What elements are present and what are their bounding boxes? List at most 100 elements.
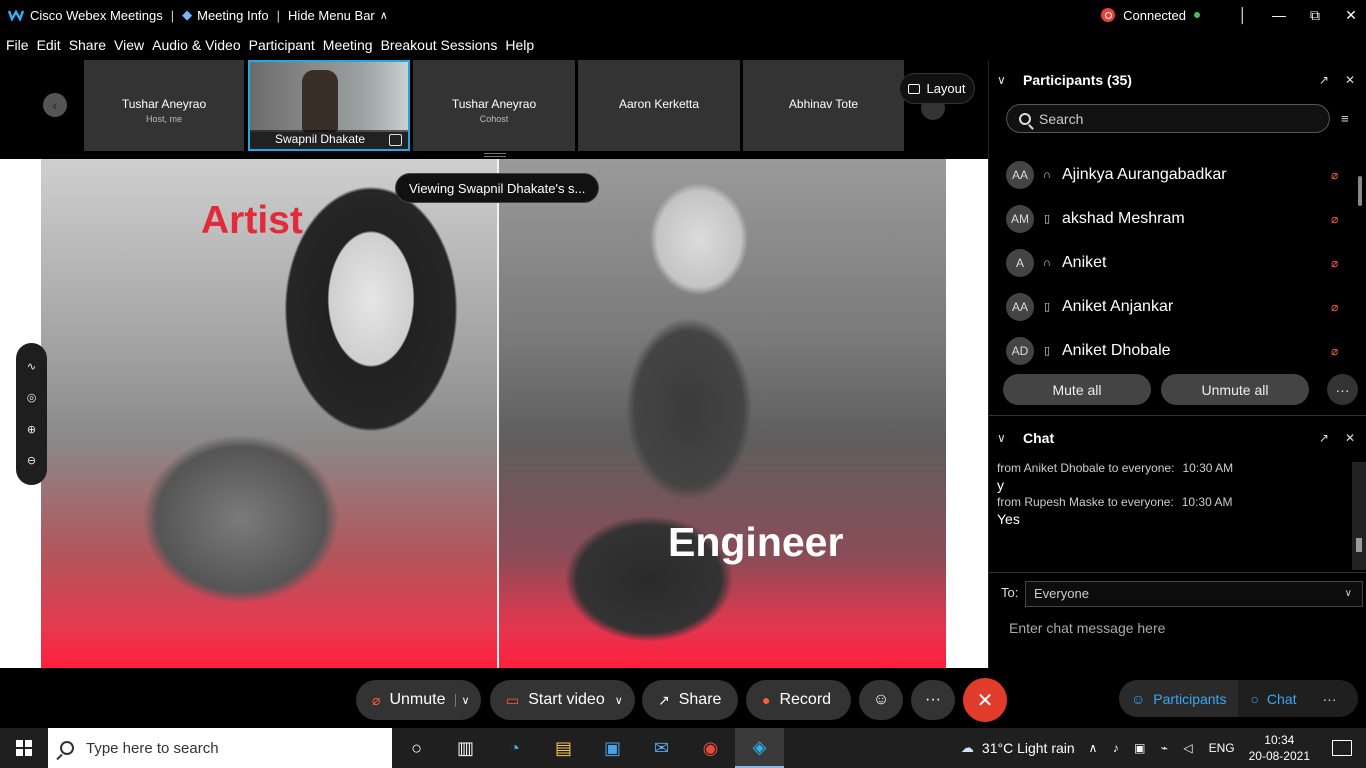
start-button[interactable] bbox=[0, 728, 48, 768]
unmute-all-button[interactable]: Unmute all bbox=[1161, 374, 1309, 405]
panel-tabs: ☺ Participants ○ Chat ··· bbox=[1119, 680, 1358, 717]
meeting-info-button[interactable]: ◆ Meeting Info bbox=[182, 7, 269, 23]
filmstrip-prev-button[interactable]: ‹ bbox=[43, 93, 67, 117]
zoom-in-icon[interactable]: ⊕ bbox=[26, 424, 38, 436]
list-item[interactable]: AD ▯ Aniket Dhobale ⌀ bbox=[989, 329, 1366, 371]
resize-handle[interactable] bbox=[484, 153, 506, 157]
participants-header: ∨ Participants (35) ↗ ✕ bbox=[989, 60, 1366, 100]
list-item[interactable]: AM ▯ akshad Meshram ⌀ bbox=[989, 197, 1366, 241]
mute-all-button[interactable]: Mute all bbox=[1003, 374, 1151, 405]
zoom-out-icon[interactable]: ⊖ bbox=[26, 455, 38, 467]
shield-icon: ◆ bbox=[182, 7, 193, 22]
search-placeholder: Search bbox=[1039, 110, 1084, 127]
slide-artist-title: Artist bbox=[201, 199, 303, 242]
chat-input[interactable]: Enter chat message here bbox=[1009, 620, 1165, 636]
chat-recipient-row: To: Everyone ∨ bbox=[989, 572, 1366, 612]
popout-icon[interactable]: ↗ bbox=[1319, 73, 1329, 87]
recipient-select[interactable]: Everyone ∨ bbox=[1025, 581, 1363, 607]
taskbar-search-input[interactable]: Type here to search bbox=[48, 728, 392, 768]
participant-tile[interactable]: Tushar Aneyrao Cohost bbox=[413, 60, 575, 151]
phone-icon: ▯ bbox=[1043, 345, 1051, 357]
menu-help[interactable]: Help bbox=[505, 37, 534, 53]
close-icon[interactable]: ✕ bbox=[1345, 431, 1355, 445]
store-icon[interactable]: ▣ bbox=[588, 728, 637, 768]
video-options-chevron-icon[interactable]: ∨ bbox=[615, 694, 623, 707]
task-view-icon[interactable]: ▥ bbox=[441, 728, 490, 768]
record-button[interactable]: ● Record bbox=[746, 680, 851, 720]
mic-muted-icon[interactable]: ⌀ bbox=[1331, 344, 1338, 358]
mic-muted-icon[interactable]: ⌀ bbox=[1331, 300, 1338, 314]
mic-muted-icon[interactable]: ⌀ bbox=[1331, 212, 1338, 226]
unmute-button[interactable]: ⌀ Unmute ∨ bbox=[356, 680, 481, 720]
menu-audio-video[interactable]: Audio & Video bbox=[152, 37, 240, 53]
collapse-chevron-icon[interactable]: ∨ bbox=[997, 431, 1013, 445]
panel-divider[interactable] bbox=[989, 415, 1366, 416]
edge-icon[interactable]: ◔ bbox=[490, 728, 539, 768]
restore-button[interactable]: ⧉ bbox=[1300, 0, 1330, 30]
chrome-icon[interactable]: ◉ bbox=[686, 728, 735, 768]
avatar: AA bbox=[1006, 161, 1034, 189]
chat-scrollbar[interactable] bbox=[1352, 462, 1366, 570]
scrollbar-thumb[interactable] bbox=[1356, 538, 1362, 552]
mic-muted-icon[interactable]: ⌀ bbox=[1331, 256, 1338, 270]
list-item[interactable]: A ∩ Aniket ⌀ bbox=[989, 241, 1366, 285]
taskbar-search-placeholder: Type here to search bbox=[86, 739, 219, 757]
sort-icon[interactable]: ≡ bbox=[1341, 111, 1357, 127]
menu-meeting[interactable]: Meeting bbox=[323, 37, 373, 53]
notification-center-icon[interactable] bbox=[1332, 740, 1352, 756]
participant-tile[interactable]: Tushar Aneyrao Host, me bbox=[84, 60, 244, 151]
leave-meeting-button[interactable]: ✕ bbox=[963, 678, 1007, 722]
more-options-button[interactable]: ··· bbox=[911, 680, 955, 720]
annotate-icon[interactable]: ∿ bbox=[26, 361, 38, 373]
close-button[interactable]: ✕ bbox=[1336, 0, 1366, 30]
menu-file[interactable]: File bbox=[6, 37, 29, 53]
more-options-icon[interactable]: ··· bbox=[1327, 374, 1358, 405]
viewing-share-banner[interactable]: Viewing Swapnil Dhakate's s... bbox=[395, 173, 600, 203]
layout-button[interactable]: Layout bbox=[899, 73, 975, 104]
tab-participants[interactable]: ☺ Participants bbox=[1119, 680, 1239, 717]
remote-control-icon[interactable]: ◎ bbox=[26, 392, 38, 404]
system-tray: ☁ 31°C Light rain ∧ ♪ ▣ ⌁ ◁ ENG 10:34 20… bbox=[961, 728, 1366, 768]
participant-name: Aniket bbox=[1062, 254, 1107, 271]
close-icon[interactable]: ✕ bbox=[1345, 73, 1355, 87]
menu-view[interactable]: View bbox=[114, 37, 144, 53]
share-button[interactable]: ↗ Share bbox=[642, 680, 738, 720]
cortana-icon[interactable]: ○ bbox=[392, 728, 441, 768]
clock[interactable]: 10:34 20-08-2021 bbox=[1249, 732, 1310, 764]
participant-video-tile[interactable]: Swapnil Dhakate bbox=[248, 60, 410, 151]
video-filmstrip: ‹ Tushar Aneyrao Host, me Swapnil Dhakat… bbox=[0, 60, 988, 159]
more-panels-icon[interactable]: ··· bbox=[1323, 691, 1337, 707]
weather-widget[interactable]: 31°C Light rain bbox=[982, 740, 1075, 756]
pin-icon[interactable]: │ bbox=[1228, 0, 1258, 30]
hide-menu-bar-button[interactable]: Hide Menu Bar ∧ bbox=[288, 8, 388, 23]
language-indicator[interactable]: ENG bbox=[1209, 741, 1235, 755]
reactions-button[interactable]: ☺ bbox=[859, 680, 903, 720]
participant-search-input[interactable]: Search bbox=[1006, 104, 1330, 133]
menu-breakout-sessions[interactable]: Breakout Sessions bbox=[381, 37, 498, 53]
start-video-button[interactable]: ▭ Start video ∨ bbox=[490, 680, 635, 720]
participant-list-scrollbar[interactable] bbox=[1358, 176, 1362, 206]
tab-participants-label: Participants bbox=[1153, 690, 1227, 707]
webex-taskbar-icon[interactable]: ◈ bbox=[735, 728, 784, 768]
menu-edit[interactable]: Edit bbox=[37, 37, 61, 53]
participant-name: akshad Meshram bbox=[1062, 210, 1185, 227]
participant-tile[interactable]: Aaron Kerketta bbox=[578, 60, 740, 151]
participant-tile[interactable]: Abhinav Tote bbox=[743, 60, 904, 151]
collapse-chevron-icon[interactable]: ∨ bbox=[997, 73, 1013, 87]
tray-icons[interactable]: ∧ ♪ ▣ ⌁ ◁ bbox=[1089, 741, 1199, 755]
tab-chat[interactable]: ○ Chat bbox=[1238, 680, 1308, 717]
file-explorer-icon[interactable]: ▤ bbox=[539, 728, 588, 768]
mute-controls: Mute all Unmute all ··· bbox=[1003, 374, 1363, 405]
list-item[interactable]: AA ∩ Ajinkya Aurangabadkar ⌀ bbox=[989, 153, 1366, 197]
list-item[interactable]: AA ▯ Aniket Anjankar ⌀ bbox=[989, 285, 1366, 329]
audio-options-chevron-icon[interactable]: ∨ bbox=[455, 693, 470, 707]
slide-engineer-title: Engineer bbox=[668, 519, 844, 565]
menu-participant[interactable]: Participant bbox=[249, 37, 315, 53]
popout-icon[interactable]: ↗ bbox=[1319, 431, 1329, 445]
mic-muted-icon[interactable]: ⌀ bbox=[1331, 168, 1338, 182]
menu-share[interactable]: Share bbox=[69, 37, 106, 53]
mail-icon[interactable]: ✉ bbox=[637, 728, 686, 768]
minimize-button[interactable]: — bbox=[1264, 0, 1294, 30]
record-label: Record bbox=[779, 691, 832, 708]
side-panel: ∨ Participants (35) ↗ ✕ Search ≡ AA ∩ Aj… bbox=[988, 60, 1366, 668]
